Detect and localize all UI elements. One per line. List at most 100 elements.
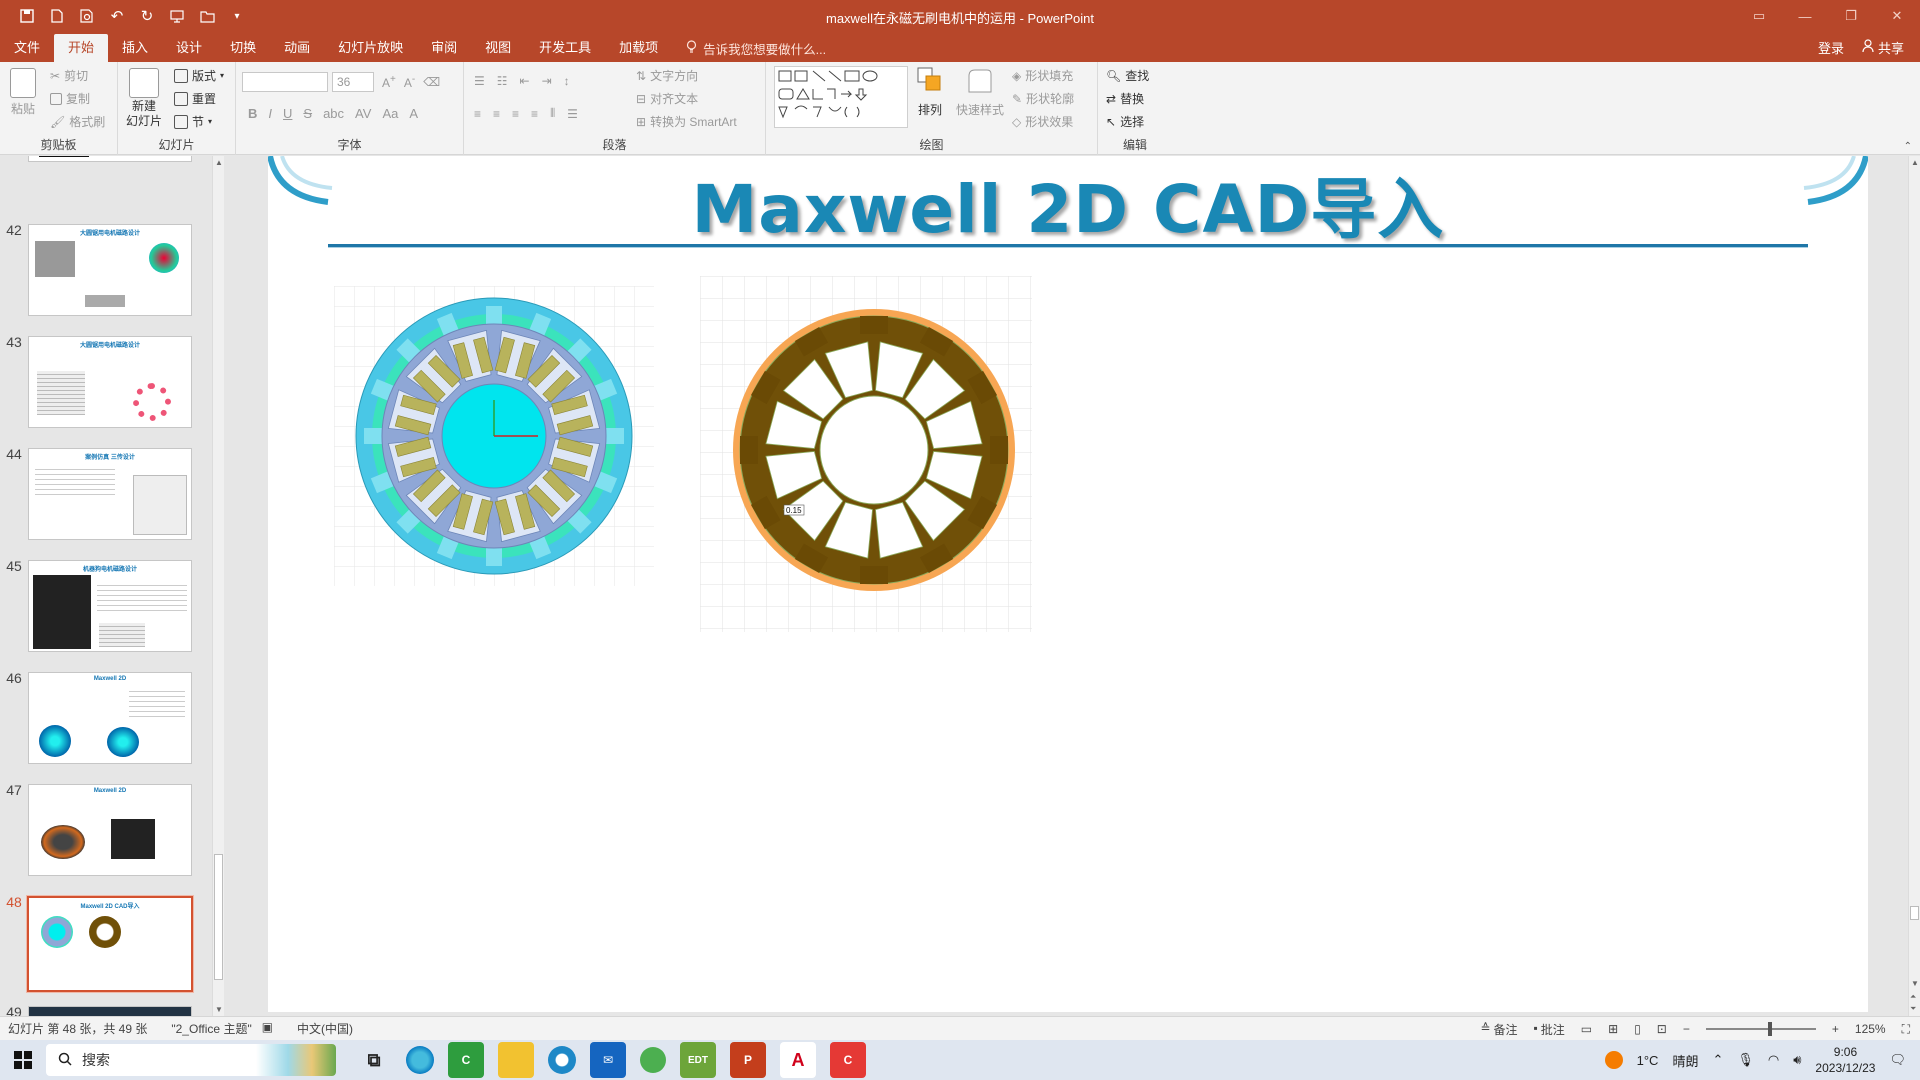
share-button[interactable]: 共享 xyxy=(1862,38,1904,57)
comments-button[interactable]: ▪ 批注 xyxy=(1534,1021,1565,1038)
slide-sorter-icon[interactable]: ⊞ xyxy=(1608,1022,1618,1036)
align-left-icon[interactable]: ≡ xyxy=(474,107,481,121)
font-color-icon[interactable]: A xyxy=(409,106,418,121)
new-slide-button[interactable]: 新建 幻灯片 xyxy=(126,68,162,128)
select-button[interactable]: ↖ 选择 xyxy=(1106,113,1144,130)
align-center-icon[interactable]: ≡ xyxy=(493,107,500,121)
arrange-button[interactable]: 排列 xyxy=(916,66,944,118)
login-link[interactable]: 登录 xyxy=(1818,38,1844,57)
customize-qat-icon[interactable]: ▾ xyxy=(224,3,250,29)
font-size-input[interactable]: 36 xyxy=(332,72,374,92)
language-status[interactable]: 中文(中国) xyxy=(297,1020,353,1037)
wifi-icon[interactable]: ◠ xyxy=(1768,1052,1779,1068)
slide-thumbnail-46[interactable]: Maxwell 2D xyxy=(28,672,192,764)
zoom-slider[interactable] xyxy=(1705,1022,1816,1036)
app-green-leaf-icon[interactable] xyxy=(640,1047,666,1073)
bullets-icon[interactable]: ☰ xyxy=(474,74,485,88)
columns-icon[interactable]: ⫴ xyxy=(550,106,555,121)
section-button[interactable]: 节 ▾ xyxy=(174,113,212,130)
tab-insert[interactable]: 插入 xyxy=(108,34,162,62)
slide-canvas[interactable]: Maxwell 2D CAD导入 0.15 xyxy=(268,156,1868,1012)
tab-file[interactable]: 文件 xyxy=(0,34,54,62)
numbering-icon[interactable]: ☷ xyxy=(497,74,508,88)
slideshow-view-icon[interactable]: ⊡ xyxy=(1657,1022,1667,1036)
slide-title[interactable]: Maxwell 2D CAD导入 xyxy=(268,156,1868,252)
justify-icon[interactable]: ≡ xyxy=(531,107,538,121)
increase-indent-icon[interactable]: ⇥ xyxy=(542,74,552,88)
weather-icon[interactable] xyxy=(1604,1051,1623,1069)
scroll-up-icon[interactable]: ▲ xyxy=(215,158,223,167)
notes-button[interactable]: ≙ 备注 xyxy=(1480,1021,1517,1038)
tab-view[interactable]: 视图 xyxy=(471,34,525,62)
reset-button[interactable]: 重置 xyxy=(174,90,216,107)
weather-temp[interactable]: 1°C xyxy=(1637,1053,1659,1068)
motor-cross-section-left[interactable] xyxy=(334,286,654,586)
close-button[interactable]: ✕ xyxy=(1874,0,1920,32)
tab-animations[interactable]: 动画 xyxy=(270,34,324,62)
file-explorer-icon[interactable] xyxy=(498,1042,534,1078)
slide-vertical-scrollbar[interactable]: ▲ ▼ ⏶ ⏷ xyxy=(1908,156,1920,1016)
align-text-button[interactable]: ⊟ 对齐文本 xyxy=(636,90,698,107)
slide-scroll-up-icon[interactable]: ▲ xyxy=(1911,158,1919,167)
tab-home[interactable]: 开始 xyxy=(54,34,109,62)
slide-thumbnail-48[interactable]: Maxwell 2D CAD导入 xyxy=(26,895,194,993)
shape-outline-button[interactable]: ✎ 形状轮廓 xyxy=(1012,90,1074,107)
slide-thumbnail-47[interactable]: Maxwell 2D xyxy=(28,784,192,876)
tab-developer[interactable]: 开发工具 xyxy=(525,34,605,62)
cut-button[interactable]: ✂ 剪切 xyxy=(50,67,88,84)
volume-icon[interactable]: 🔊︎ xyxy=(1793,1052,1801,1068)
thumbnail-scrollbar[interactable]: ▲ ▼ xyxy=(212,156,224,1016)
scroll-down-icon[interactable]: ▼ xyxy=(215,1005,223,1014)
paste-button[interactable]: 粘贴 xyxy=(10,68,36,117)
underline-icon[interactable]: U xyxy=(283,106,292,121)
zoom-out-icon[interactable]: − xyxy=(1683,1022,1690,1036)
next-slide-icon[interactable]: ⏷ xyxy=(1910,1004,1916,1014)
replace-button[interactable]: ⇄ 替换 xyxy=(1106,90,1144,107)
app-red-c-icon[interactable]: C xyxy=(830,1042,866,1078)
start-slideshow-icon[interactable] xyxy=(164,3,190,29)
font-color-aa-icon[interactable]: Aa xyxy=(382,106,398,121)
tab-addins[interactable]: 加载项 xyxy=(605,34,672,62)
quick-styles-button[interactable]: 快速样式 xyxy=(956,66,1004,118)
tab-design[interactable]: 设计 xyxy=(162,34,216,62)
shape-fill-button[interactable]: ◈ 形状填充 xyxy=(1012,67,1073,84)
collapse-ribbon-icon[interactable]: ⌃ xyxy=(1904,141,1912,152)
clock[interactable]: 9:06 2023/12/23 xyxy=(1815,1044,1875,1076)
app-edt-icon[interactable]: EDT xyxy=(680,1042,716,1078)
print-preview-icon[interactable] xyxy=(74,3,100,29)
slide-scroll-thumb[interactable] xyxy=(1910,906,1919,920)
microphone-icon[interactable]: 🎙︎ xyxy=(1737,1052,1754,1068)
fit-to-window-icon[interactable]: ⛶ xyxy=(1902,1022,1910,1037)
edge-browser-icon[interactable] xyxy=(406,1046,434,1074)
layout-button[interactable]: 版式 ▾ xyxy=(174,67,224,84)
bold-icon[interactable]: B xyxy=(248,106,257,121)
shrink-font-icon[interactable]: A- xyxy=(404,74,415,90)
new-file-icon[interactable] xyxy=(44,3,70,29)
normal-view-icon[interactable]: ▭ xyxy=(1581,1022,1592,1036)
clear-format-icon[interactable]: ⌫ xyxy=(423,75,440,89)
slide-thumbnail-42[interactable]: 大圆锯用电机磁路设计 xyxy=(28,224,192,316)
zoom-in-icon[interactable]: + xyxy=(1832,1022,1839,1036)
smartart-button[interactable]: ⊞ 转换为 SmartArt xyxy=(636,113,737,130)
undo-icon[interactable]: ↶ xyxy=(104,3,130,29)
tab-transitions[interactable]: 切换 xyxy=(216,34,270,62)
mail-icon[interactable]: ✉ xyxy=(590,1042,626,1078)
taskbar-search[interactable]: 搜索 xyxy=(46,1044,336,1076)
weather-text[interactable]: 晴朗 xyxy=(1672,1051,1698,1070)
spellcheck-icon[interactable]: ▣ xyxy=(262,1020,273,1037)
open-folder-icon[interactable] xyxy=(194,3,220,29)
shapes-gallery[interactable] xyxy=(774,66,908,128)
shape-effects-button[interactable]: ◇ 形状效果 xyxy=(1012,113,1073,130)
save-icon[interactable] xyxy=(14,3,40,29)
char-spacing-icon[interactable]: abc xyxy=(323,106,344,121)
thumbnail-scroll-thumb[interactable] xyxy=(214,854,223,980)
columns-2-icon[interactable]: ☰ xyxy=(567,107,578,121)
windows-start-button[interactable] xyxy=(0,1040,46,1080)
tab-slideshow[interactable]: 幻灯片放映 xyxy=(324,34,417,62)
redo-icon[interactable]: ↻ xyxy=(134,3,160,29)
find-button[interactable]: 🔍︎ 查找 xyxy=(1106,67,1149,84)
line-spacing-icon[interactable]: ↕ xyxy=(564,74,570,88)
slide-thumbnail-49[interactable] xyxy=(28,1006,192,1016)
zoom-slider-knob[interactable] xyxy=(1767,1022,1772,1036)
ribbon-display-options-icon[interactable]: ▭ xyxy=(1736,0,1782,32)
